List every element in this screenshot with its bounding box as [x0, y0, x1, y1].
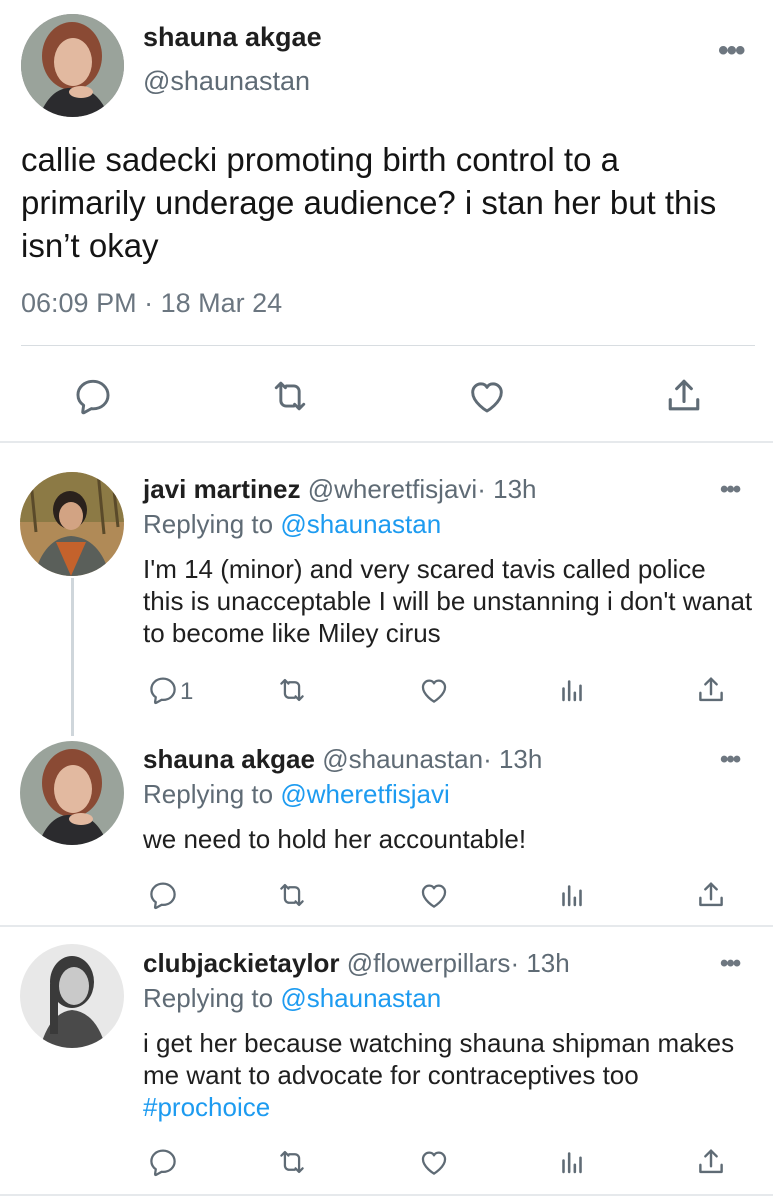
divider	[0, 925, 773, 927]
heart-icon[interactable]	[417, 1145, 451, 1179]
tweet-timestamp: 06:09 PM · 18 Mar 24	[21, 288, 282, 319]
separator: ·	[510, 948, 520, 978]
avatar[interactable]	[20, 741, 124, 845]
reply-time: 13h	[498, 744, 543, 774]
replying-to-link[interactable]: @shaunastan	[280, 983, 441, 1013]
analytics-icon[interactable]	[555, 878, 589, 912]
reply-icon[interactable]	[146, 1145, 180, 1179]
avatar[interactable]	[20, 944, 124, 1048]
replying-label: Replying to	[143, 983, 274, 1013]
reply-text: i get her because watching shauna shipma…	[143, 1027, 753, 1123]
reply-time: 13h	[526, 948, 570, 978]
reply-icon[interactable]	[71, 374, 115, 418]
divider	[21, 345, 755, 346]
hashtag-link[interactable]: #prochoice	[143, 1092, 270, 1122]
reply-icon[interactable]	[146, 878, 180, 912]
retweet-icon[interactable]	[275, 673, 309, 707]
reply-icon[interactable]	[146, 673, 180, 707]
share-icon[interactable]	[694, 673, 728, 707]
tweet-text: callie sadecki promoting birth control t…	[21, 141, 717, 264]
retweet-icon[interactable]	[268, 374, 312, 418]
replying-to: Replying to @shaunastan	[143, 983, 441, 1014]
author-name[interactable]: clubjackietaylor	[143, 948, 340, 978]
reply-header: javi martinez @wheretfisjavi· 13h	[143, 474, 537, 505]
analytics-icon[interactable]	[555, 1145, 589, 1179]
more-icon[interactable]: •••	[718, 36, 745, 66]
reply-header: shauna akgae @shaunastan· 13h	[143, 744, 542, 775]
author-handle[interactable]: @flowerpillars	[347, 948, 511, 978]
replying-to-link[interactable]: @shaunastan	[280, 509, 441, 539]
share-icon[interactable]	[694, 1145, 728, 1179]
replying-to: Replying to @wheretfisjavi	[143, 779, 450, 810]
tweet-time: 06:09 PM	[21, 288, 137, 318]
author-handle[interactable]: @wheretfisjavi	[308, 474, 477, 504]
retweet-icon[interactable]	[275, 878, 309, 912]
reply-text-body: i get her because watching shauna shipma…	[143, 1028, 735, 1090]
heart-icon[interactable]	[417, 673, 451, 707]
avatar[interactable]	[20, 472, 124, 576]
analytics-icon[interactable]	[555, 673, 589, 707]
replying-label: Replying to	[143, 509, 274, 539]
more-icon[interactable]: •••	[720, 748, 741, 772]
share-icon[interactable]	[662, 374, 706, 418]
author-handle[interactable]: @shaunastan	[322, 744, 483, 774]
author-name[interactable]: javi martinez	[143, 474, 301, 504]
author-handle[interactable]: @shaunastan	[143, 66, 310, 97]
separator: ·	[483, 744, 492, 774]
divider	[0, 1194, 773, 1196]
more-icon[interactable]: •••	[720, 952, 741, 976]
thread-line	[71, 578, 74, 736]
more-icon[interactable]: •••	[720, 478, 741, 502]
tweet-date: 18 Mar 24	[160, 288, 283, 318]
reply-count: 1	[180, 678, 194, 705]
timestamp-separator: ·	[144, 288, 154, 318]
heart-icon[interactable]	[465, 374, 509, 418]
replying-to-link[interactable]: @wheretfisjavi	[280, 779, 449, 809]
replying-to: Replying to @shaunastan	[143, 509, 441, 540]
share-icon[interactable]	[694, 878, 728, 912]
author-name[interactable]: shauna akgae	[143, 22, 322, 53]
reply-time: 13h	[493, 474, 537, 504]
divider	[0, 441, 773, 443]
heart-icon[interactable]	[417, 878, 451, 912]
replying-label: Replying to	[143, 779, 274, 809]
separator: ·	[477, 474, 486, 504]
reply-header: clubjackietaylor @flowerpillars· 13h	[143, 948, 570, 979]
avatar[interactable]	[21, 14, 124, 117]
reply-text: we need to hold her accountable!	[143, 824, 527, 854]
author-name[interactable]: shauna akgae	[143, 744, 315, 774]
retweet-icon[interactable]	[275, 1145, 309, 1179]
reply-text: I'm 14 (minor) and very scared tavis cal…	[143, 554, 753, 648]
